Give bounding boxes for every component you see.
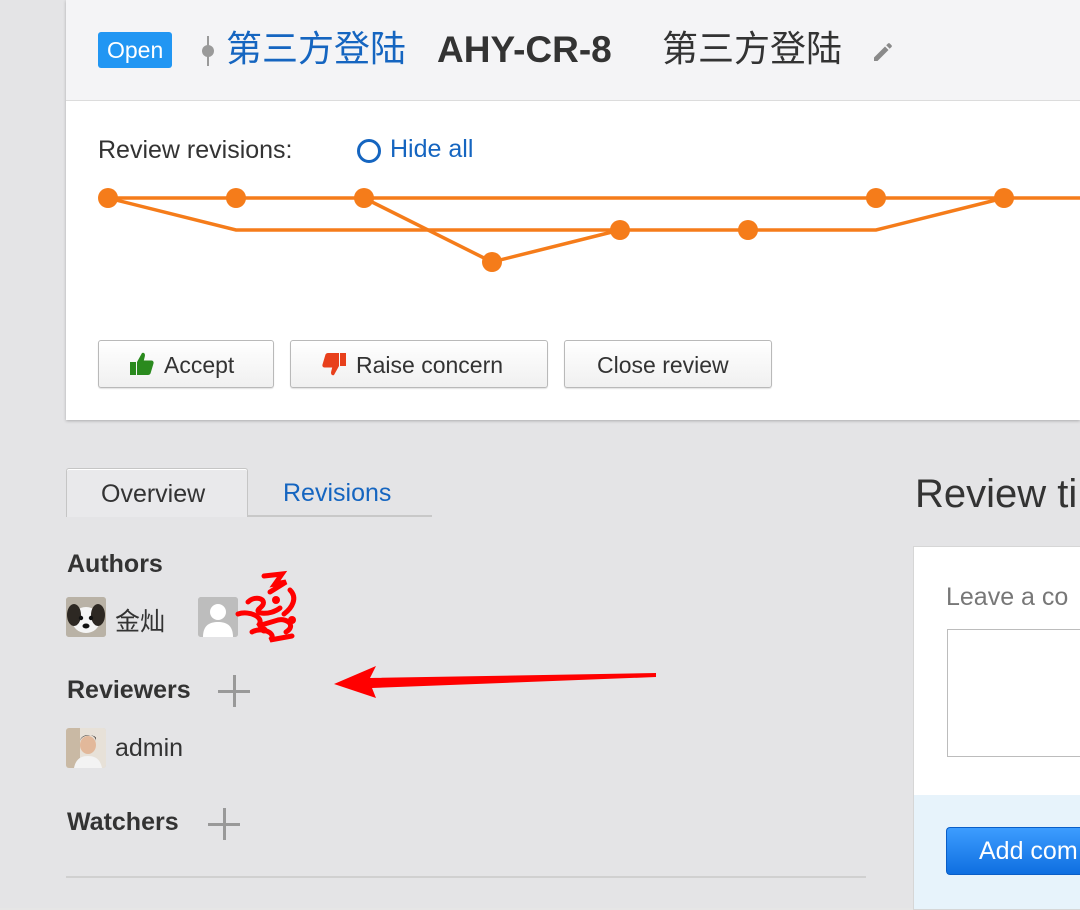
repository-icon	[202, 36, 214, 66]
review-header-card: Open 第三方登陆 AHY-CR-8 第三方登陆 Review revisio…	[66, 0, 1080, 420]
repository-link[interactable]: 第三方登陆	[226, 27, 406, 73]
raise-concern-button[interactable]: Raise concern	[290, 340, 548, 388]
close-review-label: Close review	[597, 352, 729, 378]
status-badge: Open	[98, 32, 173, 68]
revision-graph	[98, 188, 1080, 272]
accept-button[interactable]: Accept	[98, 340, 274, 388]
add-comment-button[interactable]: Add com	[946, 827, 1080, 875]
add-reviewer-plus-icon[interactable]	[218, 675, 250, 707]
tab-overview-label: Overview	[101, 480, 206, 508]
authors-heading: Authors	[67, 550, 163, 578]
revision-node	[354, 188, 374, 208]
raise-concern-label: Raise concern	[356, 352, 504, 378]
comment-textarea[interactable]	[947, 629, 1080, 757]
accept-label: Accept	[164, 352, 235, 378]
pencil-icon[interactable]	[871, 40, 895, 64]
tab-overview[interactable]: Overview	[66, 468, 248, 517]
person-photo-icon	[66, 728, 106, 768]
comment-card: Leave a co Add com	[913, 546, 1080, 910]
reviewers-heading: Reviewers	[67, 676, 191, 704]
reviewer-name: admin	[115, 734, 184, 762]
close-review-button[interactable]: Close review	[564, 340, 772, 388]
revision-node	[226, 188, 246, 208]
red-arrow-annotation	[334, 666, 656, 698]
circle-icon	[357, 139, 381, 163]
revision-node	[482, 252, 502, 272]
add-comment-label: Add com	[979, 837, 1078, 865]
watchers-heading: Watchers	[67, 808, 179, 836]
dog-avatar-icon	[66, 597, 106, 637]
revision-node	[610, 220, 630, 240]
red-scribble-annotation	[235, 570, 297, 643]
hide-all-label: Hide all	[390, 135, 474, 163]
tab-revisions[interactable]: Revisions	[283, 479, 391, 508]
review-title: 第三方登陆	[662, 29, 843, 70]
review-header-bar: Open 第三方登陆 AHY-CR-8 第三方登陆	[66, 0, 1080, 101]
review-revisions-label: Review revisions:	[98, 136, 293, 164]
section-divider	[66, 876, 866, 878]
review-timeline-heading: Review ti	[915, 472, 1078, 516]
comment-prompt-label: Leave a co	[946, 583, 1069, 611]
thumbs-up-icon	[130, 352, 154, 375]
revision-node	[98, 188, 118, 208]
revision-node	[738, 220, 758, 240]
review-id: AHY-CR-8	[437, 29, 612, 70]
revision-node	[866, 188, 886, 208]
comment-footer: Add com	[914, 795, 1080, 909]
thumbs-down-icon	[322, 353, 346, 376]
add-watcher-plus-icon[interactable]	[208, 808, 240, 840]
author-avatar[interactable]	[66, 597, 106, 637]
author-name: 金灿	[115, 608, 166, 636]
revision-node	[994, 188, 1014, 208]
reviewer-avatar[interactable]	[66, 728, 106, 768]
